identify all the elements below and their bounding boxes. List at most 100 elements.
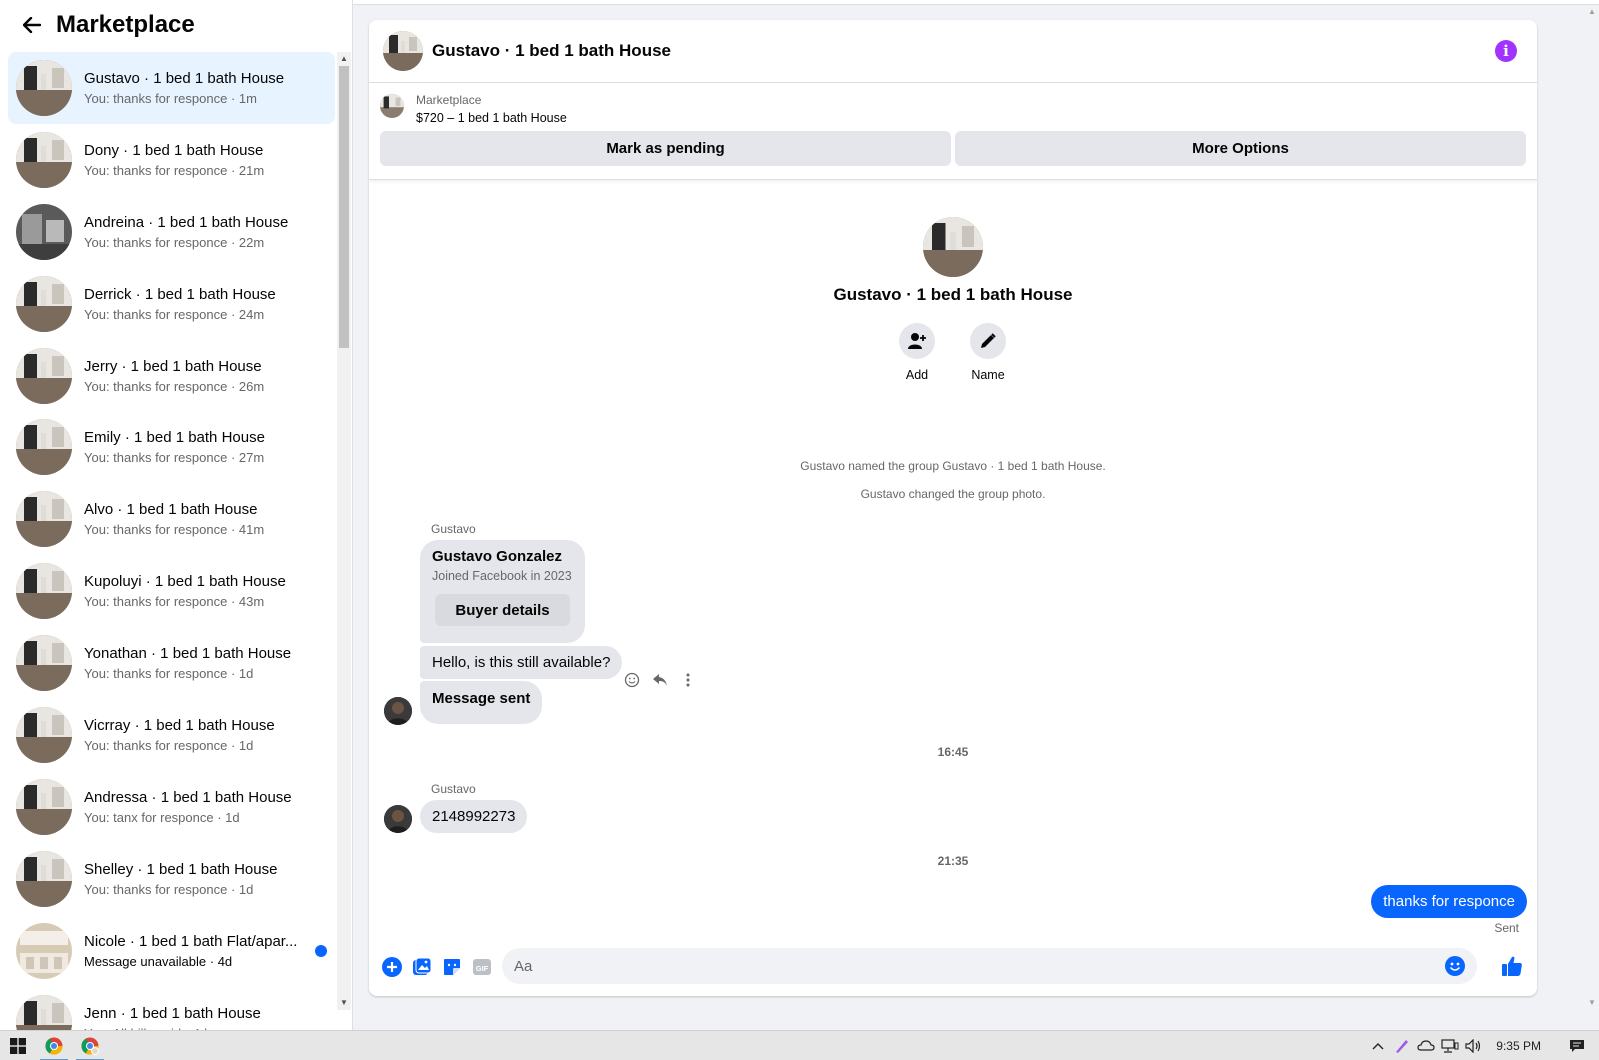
buyer-card: Gustavo Gonzalez Joined Facebook in 2023… [420,540,585,643]
volume-icon[interactable] [1462,1031,1486,1060]
conversation-item[interactable]: Nicole · 1 bed 1 bath Flat/apar... Messag… [8,915,335,987]
scroll-down-arrow-icon[interactable]: ▼ [1585,996,1599,1010]
gif-icon[interactable]: GIF [472,957,492,977]
conversation-preview: You: thanks for responce · 43m [84,594,265,610]
plus-circle-icon[interactable] [382,957,402,977]
emoji-icon[interactable] [1445,956,1465,976]
chevron-up-icon[interactable] [1366,1031,1390,1060]
add-person-icon [899,323,935,359]
composer: GIF [369,938,1537,996]
sidebar-scrollbar[interactable]: ▲ ▼ [337,52,351,1010]
conversation-title: Nicole · 1 bed 1 bath Flat/apar... [84,932,298,950]
chat-title[interactable]: Gustavo · 1 bed 1 bath House [432,41,671,61]
more-options-button[interactable]: More Options [955,131,1526,166]
conversation-body: Gustavo · 1 bed 1 bath House Add Name Gu… [369,181,1537,941]
conversation-avatar [16,347,72,404]
mark-as-pending-button[interactable]: Mark as pending [380,131,951,166]
conversation-item[interactable]: Vicrray · 1 bed 1 bath House You: thanks … [8,699,335,771]
add-button[interactable]: Add [899,323,935,382]
chat-panel: Gustavo · 1 bed 1 bath House i Marketpla… [369,20,1537,996]
conversation-item[interactable]: Dony · 1 bed 1 bath House You: thanks for… [8,124,335,196]
conversation-avatar [16,419,72,476]
sender-avatar[interactable] [384,697,412,725]
add-label: Add [905,368,929,382]
back-arrow-icon[interactable] [20,13,44,37]
conversation-item[interactable]: Jenn · 1 bed 1 bath HouseYou: All bills … [8,987,335,1030]
listing-price-title[interactable]: $720 – 1 bed 1 bath House [416,111,567,125]
conversation-item[interactable]: Jerry · 1 bed 1 bath House You: thanks fo… [8,340,335,412]
conversation-title: Kupoluyi · 1 bed 1 bath House [84,573,286,591]
windows-start-icon[interactable] [0,1031,36,1060]
system-tray: 9:35 PM [1366,1031,1599,1060]
message-tools [624,672,696,688]
conversation-item[interactable]: Yonathan · 1 bed 1 bath House You: thanks… [8,627,335,699]
name-button[interactable]: Name [970,323,1006,382]
group-avatar[interactable] [923,217,983,277]
conversation-preview: You: thanks for responce · 26m [84,378,265,394]
reply-icon[interactable] [652,672,668,688]
message-bubble[interactable]: Message sent [420,681,543,724]
chrome-profile-icon[interactable] [72,1031,108,1060]
react-smiley-icon[interactable] [624,672,640,688]
timestamp: 21:35 [937,854,969,868]
scroll-down-arrow-icon[interactable]: ▼ [337,996,351,1010]
conversation-title: Jerry · 1 bed 1 bath House [84,357,262,375]
network-icon[interactable] [1438,1031,1462,1060]
pen-icon[interactable] [1390,1031,1414,1060]
message-bubble[interactable]: Hello, is this still available? [420,646,623,679]
conversation-title: Derrick · 1 bed 1 bath House [84,285,276,303]
conversation-preview: You: thanks for responce · 24m [84,306,265,322]
message-input-box[interactable] [502,948,1477,984]
conversation-item[interactable]: Andressa · 1 bed 1 bath House You: tanx f… [8,771,335,843]
clock-time[interactable]: 9:35 PM [1486,1039,1555,1053]
chrome-icon[interactable] [36,1031,72,1060]
conversation-preview: Message unavailable · 4d [84,953,233,969]
conversation-item[interactable]: Andreina · 1 bed 1 bath House You: thanks… [8,196,335,268]
notifications-icon[interactable] [1555,1031,1599,1060]
buyer-joined: Joined Facebook in 2023 [432,569,572,583]
conversation-avatar [16,778,72,835]
conversation-title: Jenn · 1 bed 1 bath House [84,1004,261,1022]
photo-icon[interactable] [412,957,432,977]
conversation-avatar [16,922,72,979]
more-vertical-icon[interactable] [680,672,696,688]
conversation-title: Andressa · 1 bed 1 bath House [84,788,292,806]
pencil-icon [970,323,1006,359]
info-icon[interactable]: i [1495,40,1517,62]
thumbs-up-icon[interactable] [1501,955,1525,979]
conversation-item[interactable]: Derrick · 1 bed 1 bath House You: thanks … [8,268,335,340]
main-scrollbar[interactable]: ▲ ▼ [1585,5,1599,1010]
listing-thumbnail[interactable] [380,94,404,118]
sticker-icon[interactable] [442,957,462,977]
onedrive-icon[interactable] [1414,1031,1438,1060]
timestamp: 16:45 [937,745,969,759]
buyer-details-button[interactable]: Buyer details [435,594,570,626]
conversation-avatar [16,994,72,1030]
my-message-bubble[interactable]: thanks for responce [1371,885,1527,918]
sidebar-header: Marketplace [0,0,352,50]
unread-dot [315,944,327,957]
conversation-preview: You: thanks for responce · 21m [84,162,265,178]
conversation-item[interactable]: Shelley · 1 bed 1 bath House You: thanks … [8,843,335,915]
sender-name: Gustavo [431,782,476,796]
conversation-title: Yonathan · 1 bed 1 bath House [84,645,292,663]
scroll-up-arrow-icon[interactable]: ▲ [1585,5,1599,19]
conversation-title: Gustavo · 1 bed 1 bath House [84,69,285,87]
conversation-title: Shelley · 1 bed 1 bath House [84,860,278,878]
scroll-up-arrow-icon[interactable]: ▲ [337,52,351,66]
conversation-item[interactable]: Emily · 1 bed 1 bath House You: thanks fo… [8,411,335,483]
message-input[interactable] [514,957,1445,975]
system-message: Gustavo changed the group photo. [860,487,1046,501]
scrollbar-thumb[interactable] [339,66,349,348]
conversation-preview: You: thanks for responce · 1d [84,666,254,682]
conversation-item[interactable]: Kupoluyi · 1 bed 1 bath House You: thanks… [8,555,335,627]
conversation-preview: You: thanks for responce · 1m [84,90,257,106]
buyer-name[interactable]: Gustavo Gonzalez [432,548,573,565]
taskbar: 9:35 PM [0,1030,1599,1060]
conversation-item[interactable]: Alvo · 1 bed 1 bath House You: thanks for… [8,483,335,555]
message-bubble[interactable]: 2148992273 [420,800,528,833]
conversation-avatar [16,563,72,620]
conversation-item[interactable]: Gustavo · 1 bed 1 bath House You: thanks … [8,52,335,124]
sender-avatar[interactable] [384,805,412,833]
chat-avatar[interactable] [383,31,423,71]
